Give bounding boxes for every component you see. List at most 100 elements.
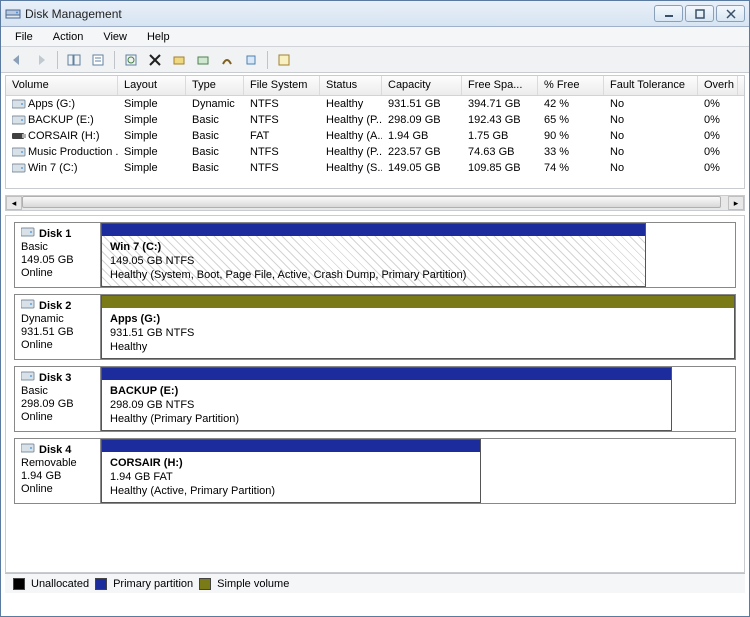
disk-info[interactable]: Disk 2 Dynamic 931.51 GB Online: [15, 295, 101, 359]
disk-state: Online: [21, 339, 94, 351]
col-pctfree[interactable]: % Free: [538, 76, 604, 95]
partition-status: Healthy (System, Boot, Page File, Active…: [110, 268, 637, 282]
partition-color-bar: [102, 368, 671, 380]
legend-simple-label: Simple volume: [217, 578, 289, 590]
maximize-button[interactable]: [685, 5, 714, 22]
help-button[interactable]: [274, 50, 294, 70]
disk-graphical-view: Disk 1 Basic 149.05 GB Online Win 7 (C:)…: [5, 215, 745, 573]
volume-layout: Simple: [118, 129, 186, 143]
volume-over: 0%: [698, 145, 738, 159]
volume-fault: No: [604, 145, 698, 159]
disk-info[interactable]: Disk 4 Removable 1.94 GB Online: [15, 439, 101, 503]
volume-status: Healthy (S...: [320, 161, 382, 175]
partition-status: Healthy (Active, Primary Partition): [110, 484, 472, 498]
action1-button[interactable]: [169, 50, 189, 70]
volume-fault: No: [604, 129, 698, 143]
volume-type: Dynamic: [186, 97, 244, 111]
col-filesystem[interactable]: File System: [244, 76, 320, 95]
volume-status: Healthy: [320, 97, 382, 111]
volume-list: Volume Layout Type File System Status Ca…: [5, 75, 745, 189]
volume-row[interactable]: Music Production ...SimpleBasicNTFSHealt…: [6, 144, 744, 160]
app-icon: [5, 6, 21, 22]
partition-box[interactable]: Win 7 (C:) 149.05 GB NTFS Healthy (Syste…: [101, 223, 646, 287]
partition-size: 149.05 GB NTFS: [110, 254, 637, 268]
col-type[interactable]: Type: [186, 76, 244, 95]
scroll-right-icon[interactable]: ▸: [728, 196, 744, 210]
back-button[interactable]: [7, 50, 27, 70]
disk-name: Disk 4: [39, 444, 71, 456]
col-capacity[interactable]: Capacity: [382, 76, 462, 95]
partition-box[interactable]: BACKUP (E:) 298.09 GB NTFS Healthy (Prim…: [101, 367, 672, 431]
col-freespace[interactable]: Free Spa...: [462, 76, 538, 95]
volume-status: Healthy (P...: [320, 113, 382, 127]
delete-button[interactable]: [145, 50, 165, 70]
disk-info[interactable]: Disk 1 Basic 149.05 GB Online: [15, 223, 101, 287]
col-overhead[interactable]: Overh: [698, 76, 738, 95]
drive-icon: [12, 163, 24, 173]
action3-button[interactable]: [217, 50, 237, 70]
volume-pctfree: 65 %: [538, 113, 604, 127]
partition-size: 931.51 GB NTFS: [110, 326, 726, 340]
menu-view[interactable]: View: [95, 29, 135, 45]
disk-row: Disk 2 Dynamic 931.51 GB Online Apps (G:…: [14, 294, 736, 360]
action2-button[interactable]: [193, 50, 213, 70]
forward-button[interactable]: [31, 50, 51, 70]
drive-icon: [12, 115, 24, 125]
partition-title: Apps (G:): [110, 312, 726, 326]
disk-info[interactable]: Disk 3 Basic 298.09 GB Online: [15, 367, 101, 431]
legend: Unallocated Primary partition Simple vol…: [5, 573, 745, 593]
toolbar: [1, 47, 749, 73]
volume-free: 1.75 GB: [462, 129, 538, 143]
volume-row[interactable]: Apps (G:)SimpleDynamicNTFSHealthy931.51 …: [6, 96, 744, 112]
disk-size: 931.51 GB: [21, 326, 94, 338]
partition-box[interactable]: CORSAIR (H:) 1.94 GB FAT Healthy (Active…: [101, 439, 481, 503]
volume-layout: Simple: [118, 113, 186, 127]
show-hide-button[interactable]: [64, 50, 84, 70]
col-fault[interactable]: Fault Tolerance: [604, 76, 698, 95]
disk-state: Online: [21, 411, 94, 423]
refresh-button[interactable]: [121, 50, 141, 70]
volume-type: Basic: [186, 113, 244, 127]
volume-fault: No: [604, 161, 698, 175]
volume-pctfree: 33 %: [538, 145, 604, 159]
minimize-button[interactable]: [654, 5, 683, 22]
disk-size: 149.05 GB: [21, 254, 94, 266]
volume-name: Apps (G:): [28, 98, 75, 110]
partition-color-bar: [102, 440, 480, 452]
drive-icon: [12, 147, 24, 157]
window-title: Disk Management: [25, 7, 122, 21]
disk-icon: [21, 371, 35, 384]
col-layout[interactable]: Layout: [118, 76, 186, 95]
volume-row[interactable]: BACKUP (E:)SimpleBasicNTFSHealthy (P...2…: [6, 112, 744, 128]
scroll-left-icon[interactable]: ◂: [6, 196, 22, 210]
volume-name: BACKUP (E:): [28, 114, 94, 126]
settings-button[interactable]: [241, 50, 261, 70]
menu-action[interactable]: Action: [45, 29, 92, 45]
volume-fault: No: [604, 97, 698, 111]
col-status[interactable]: Status: [320, 76, 382, 95]
partition-box[interactable]: Apps (G:) 931.51 GB NTFS Healthy: [101, 295, 735, 359]
disk-row: Disk 1 Basic 149.05 GB Online Win 7 (C:)…: [14, 222, 736, 288]
disk-name: Disk 3: [39, 372, 71, 384]
disk-kind: Removable: [21, 457, 94, 469]
split-scrollbar[interactable]: ◂ ▸: [5, 195, 745, 211]
volume-over: 0%: [698, 161, 738, 175]
volume-status: Healthy (A...: [320, 129, 382, 143]
volume-list-header: Volume Layout Type File System Status Ca…: [6, 76, 744, 96]
partition-title: CORSAIR (H:): [110, 456, 472, 470]
legend-unallocated-swatch: [13, 578, 25, 590]
menu-file[interactable]: File: [7, 29, 41, 45]
volume-fs: NTFS: [244, 145, 320, 159]
properties-button[interactable]: [88, 50, 108, 70]
disk-state: Online: [21, 267, 94, 279]
col-volume[interactable]: Volume: [6, 76, 118, 95]
volume-row[interactable]: CORSAIR (H:)SimpleBasicFATHealthy (A...1…: [6, 128, 744, 144]
volume-over: 0%: [698, 113, 738, 127]
menu-help[interactable]: Help: [139, 29, 178, 45]
volume-fs: NTFS: [244, 113, 320, 127]
window-controls: [654, 5, 745, 22]
volume-row[interactable]: Win 7 (C:)SimpleBasicNTFSHealthy (S...14…: [6, 160, 744, 176]
close-button[interactable]: [716, 5, 745, 22]
volume-name: CORSAIR (H:): [28, 130, 100, 142]
drive-icon: [12, 131, 24, 141]
